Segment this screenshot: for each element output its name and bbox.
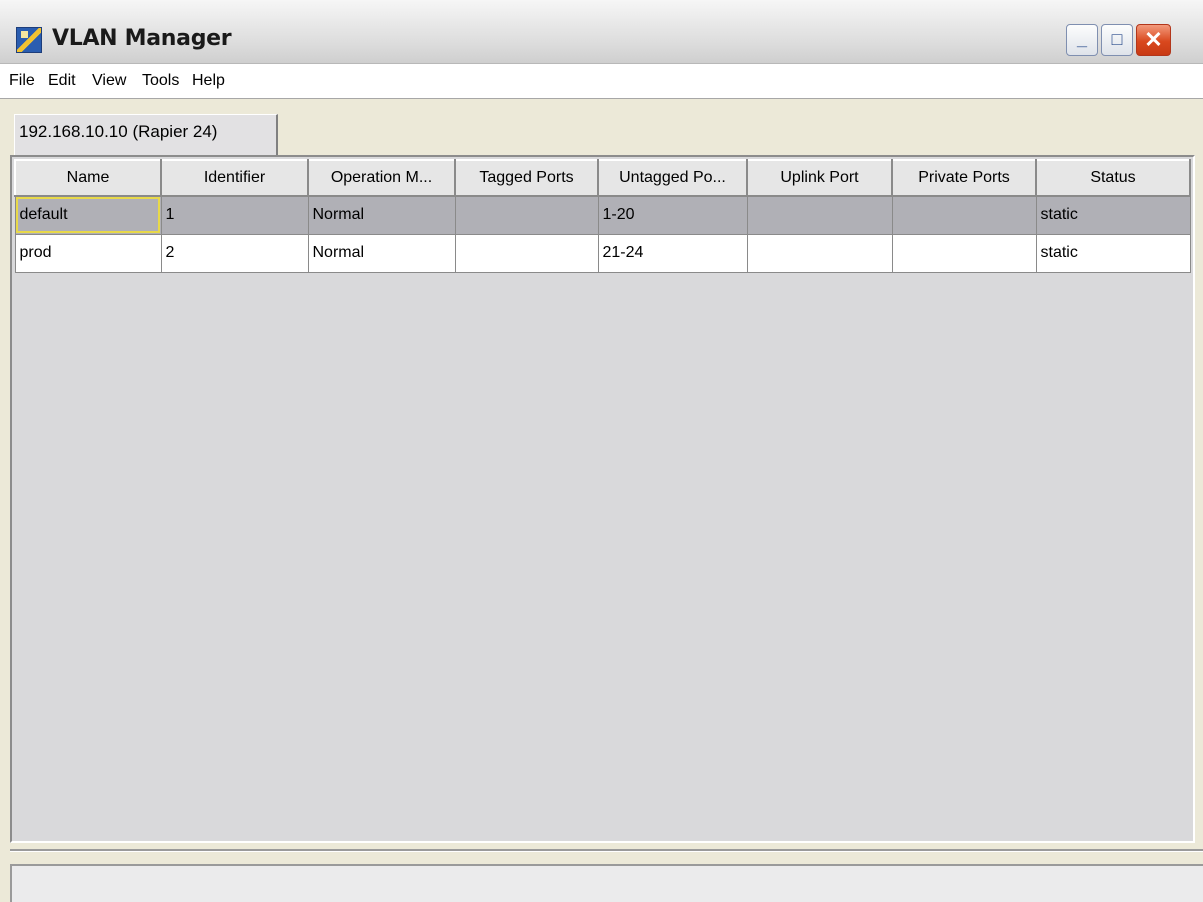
app-icon [16, 27, 42, 53]
separator [10, 849, 1203, 852]
menu-view[interactable]: View [92, 72, 126, 90]
table-header: Name Identifier Operation M... Tagged Po… [14, 159, 1191, 197]
table-cell[interactable] [746, 233, 893, 273]
title-bar[interactable]: VLAN Manager _ □ ✕ [0, 0, 1203, 64]
vlan-table: Name Identifier Operation M... Tagged Po… [14, 159, 1191, 273]
table-cell[interactable]: static [1035, 233, 1191, 273]
column-header-uplink-port[interactable]: Uplink Port [746, 159, 893, 197]
table-row[interactable]: default 1 Normal 1-20 static [14, 195, 1191, 235]
menu-bar: File Edit View Tools Help [0, 64, 1203, 99]
table-cell[interactable]: default [14, 195, 162, 235]
menu-tools[interactable]: Tools [142, 72, 179, 90]
window-title: VLAN Manager [52, 26, 232, 51]
column-header-private-ports[interactable]: Private Ports [891, 159, 1037, 197]
column-header-identifier[interactable]: Identifier [160, 159, 309, 197]
column-header-status[interactable]: Status [1035, 159, 1191, 197]
table-cell[interactable] [454, 195, 599, 235]
tab-device[interactable]: 192.168.10.10 (Rapier 24) [14, 114, 278, 155]
vlan-table-panel: Name Identifier Operation M... Tagged Po… [10, 155, 1195, 843]
table-cell[interactable]: static [1035, 195, 1191, 235]
maximize-button[interactable]: □ [1101, 24, 1133, 56]
table-row[interactable]: prod 2 Normal 21-24 static [14, 233, 1191, 273]
menu-help[interactable]: Help [192, 72, 225, 90]
menu-file[interactable]: File [9, 72, 35, 90]
column-header-name[interactable]: Name [14, 159, 162, 197]
table-cell[interactable]: Normal [307, 195, 456, 235]
column-header-untagged-ports[interactable]: Untagged Po... [597, 159, 748, 197]
table-cell[interactable] [891, 195, 1037, 235]
table-cell[interactable] [891, 233, 1037, 273]
column-header-tagged-ports[interactable]: Tagged Ports [454, 159, 599, 197]
table-cell[interactable]: 1-20 [597, 195, 748, 235]
table-cell[interactable] [454, 233, 599, 273]
table-cell[interactable]: 2 [160, 233, 309, 273]
table-cell[interactable]: prod [14, 233, 162, 273]
menu-edit[interactable]: Edit [48, 72, 76, 90]
table-cell[interactable]: 1 [160, 195, 309, 235]
status-bar [10, 864, 1203, 902]
column-header-operation-mode[interactable]: Operation M... [307, 159, 456, 197]
table-cell[interactable]: Normal [307, 233, 456, 273]
table-cell[interactable] [746, 195, 893, 235]
table-cell[interactable]: 21-24 [597, 233, 748, 273]
minimize-button[interactable]: _ [1066, 24, 1098, 56]
close-button[interactable]: ✕ [1136, 24, 1171, 56]
